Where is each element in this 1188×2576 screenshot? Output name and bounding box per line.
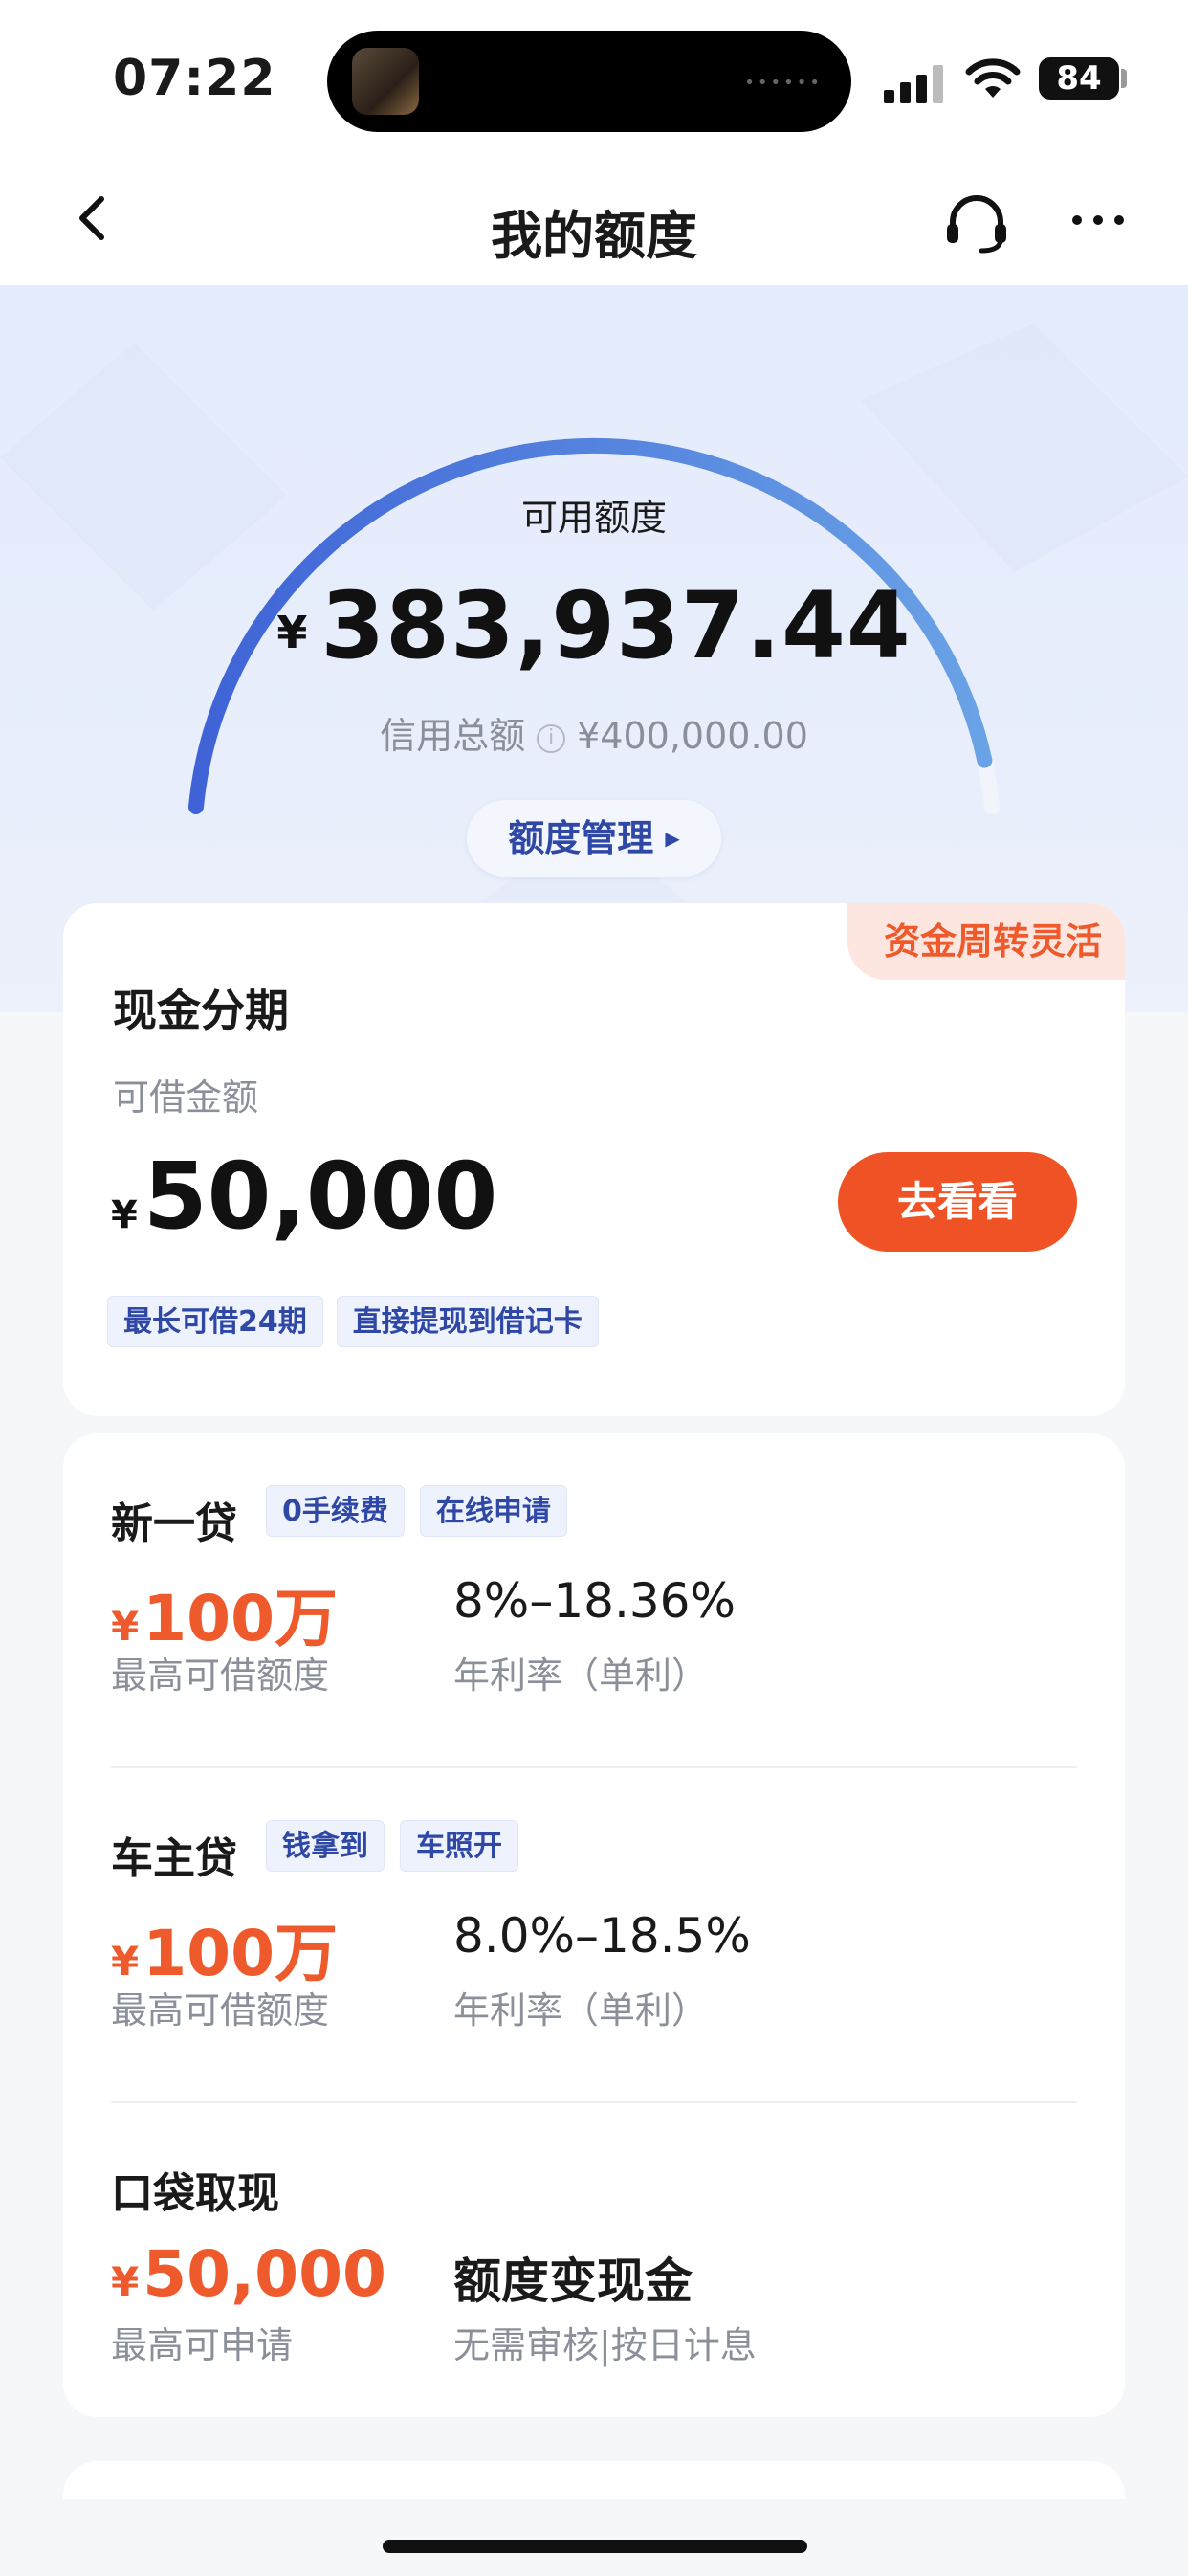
loan-name: 口袋取现 [111,2169,279,2218]
feature-tag: 最长可借24期 [107,1296,323,1347]
currency-symbol: ¥ [111,1938,140,1985]
status-bar: 07:22 •••••• 84 [0,0,1188,153]
available-amount-value: 383,937.44 [320,572,912,679]
loan-tags: 0手续费 在线申请 [266,1485,583,1537]
loan-tags: 钱拿到 车照开 [266,1820,534,1872]
available-label: 可用额度 [520,497,667,539]
borrow-amount-label: 可借金额 [113,1077,259,1119]
loan-max-label: 最高可借额度 [111,1989,330,2032]
info-icon[interactable]: i [537,724,566,753]
cash-installment-card[interactable]: 资金周转灵活 现金分期 可借金额 ¥50,000 去看看 最长可借24期 直接提现… [63,903,1125,1416]
loan-item-xinyidai[interactable]: 新一贷 0手续费 在线申请 ¥100万 最高可借额度 8%–18.36% 年利率（… [63,1433,1125,1768]
next-card-peek [63,2461,1125,2499]
loan-rate-label: 年利率（单利） [453,1989,709,2032]
borrow-amount-value: 50,000 [143,1143,498,1250]
loan-max-value: 100万 [143,1917,339,1990]
nav-bar: 我的额度 [0,153,1188,285]
quota-manage-label: 额度管理 [508,817,654,859]
loan-rate: 8%–18.36% [453,1573,736,1629]
battery-cap [1121,69,1127,88]
more-icon[interactable] [1069,195,1127,243]
loan-item-pocket-cash[interactable]: 口袋取现 ¥50,000 最高可申请 额度变现金 无需审核|按日计息 [63,2103,1125,2438]
available-amount: ¥383,937.44 [0,572,1188,679]
currency-symbol: ¥ [111,1193,138,1237]
now-playing-artwork [352,48,419,115]
total-credit: 信用总额 i ¥400,000.00 [0,706,1188,759]
loan-products-card: 新一贷 0手续费 在线申请 ¥100万 最高可借额度 8%–18.36% 年利率（… [63,1433,1125,2417]
battery-icon: 84 [1039,57,1119,100]
loan-max-value: 50,000 [143,2237,386,2311]
audio-wave-icon: •••••• [744,73,823,93]
feature-tag: 0手续费 [266,1485,405,1537]
loan-max-label: 最高可申请 [111,2324,294,2366]
currency-symbol: ¥ [111,1603,140,1650]
feature-tag: 钱拿到 [266,1820,385,1872]
wifi-icon [965,58,1021,98]
loan-feature-subtitle: 无需审核|按日计息 [453,2324,757,2366]
dynamic-island: •••••• [327,31,851,132]
go-see-button[interactable]: 去看看 [838,1152,1077,1252]
quota-manage-button[interactable]: 额度管理 ▶ [467,800,721,877]
currency-symbol: ¥ [111,2258,140,2305]
borrow-amount: ¥50,000 [111,1143,497,1250]
loan-rate-label: 年利率（单利） [453,1654,709,1697]
total-credit-label: 信用总额 [380,715,526,757]
status-time: 07:22 [113,50,276,107]
loan-max-value: 100万 [143,1582,339,1655]
loan-max-label: 最高可借额度 [111,1654,330,1697]
promo-ribbon: 资金周转灵活 [847,903,1125,980]
signal-icon [884,65,945,103]
loan-name: 新一贷 [111,1499,237,1548]
home-indicator[interactable] [383,2540,807,2553]
loan-rate: 8.0%–18.5% [453,1908,751,1964]
loan-max-amount: ¥50,000 [111,2237,386,2311]
feature-tag: 在线申请 [419,1485,567,1537]
total-credit-value: ¥400,000.00 [577,715,808,757]
feature-tag: 车照开 [400,1820,518,1872]
feature-tag: 直接提现到借记卡 [336,1296,599,1347]
loan-feature-title: 额度变现金 [453,2254,693,2309]
triangle-right-icon: ▶ [665,827,680,850]
headset-icon[interactable] [943,191,1010,255]
loan-name: 车主贷 [111,1834,237,1883]
card-title: 现金分期 [113,985,289,1036]
cash-tags: 最长可借24期 直接提现到借记卡 [107,1296,612,1347]
currency-symbol: ¥ [276,607,308,658]
loan-item-chezhudai[interactable]: 车主贷 钱拿到 车照开 ¥100万 最高可借额度 8.0%–18.5% 年利率（单… [63,1768,1125,2103]
